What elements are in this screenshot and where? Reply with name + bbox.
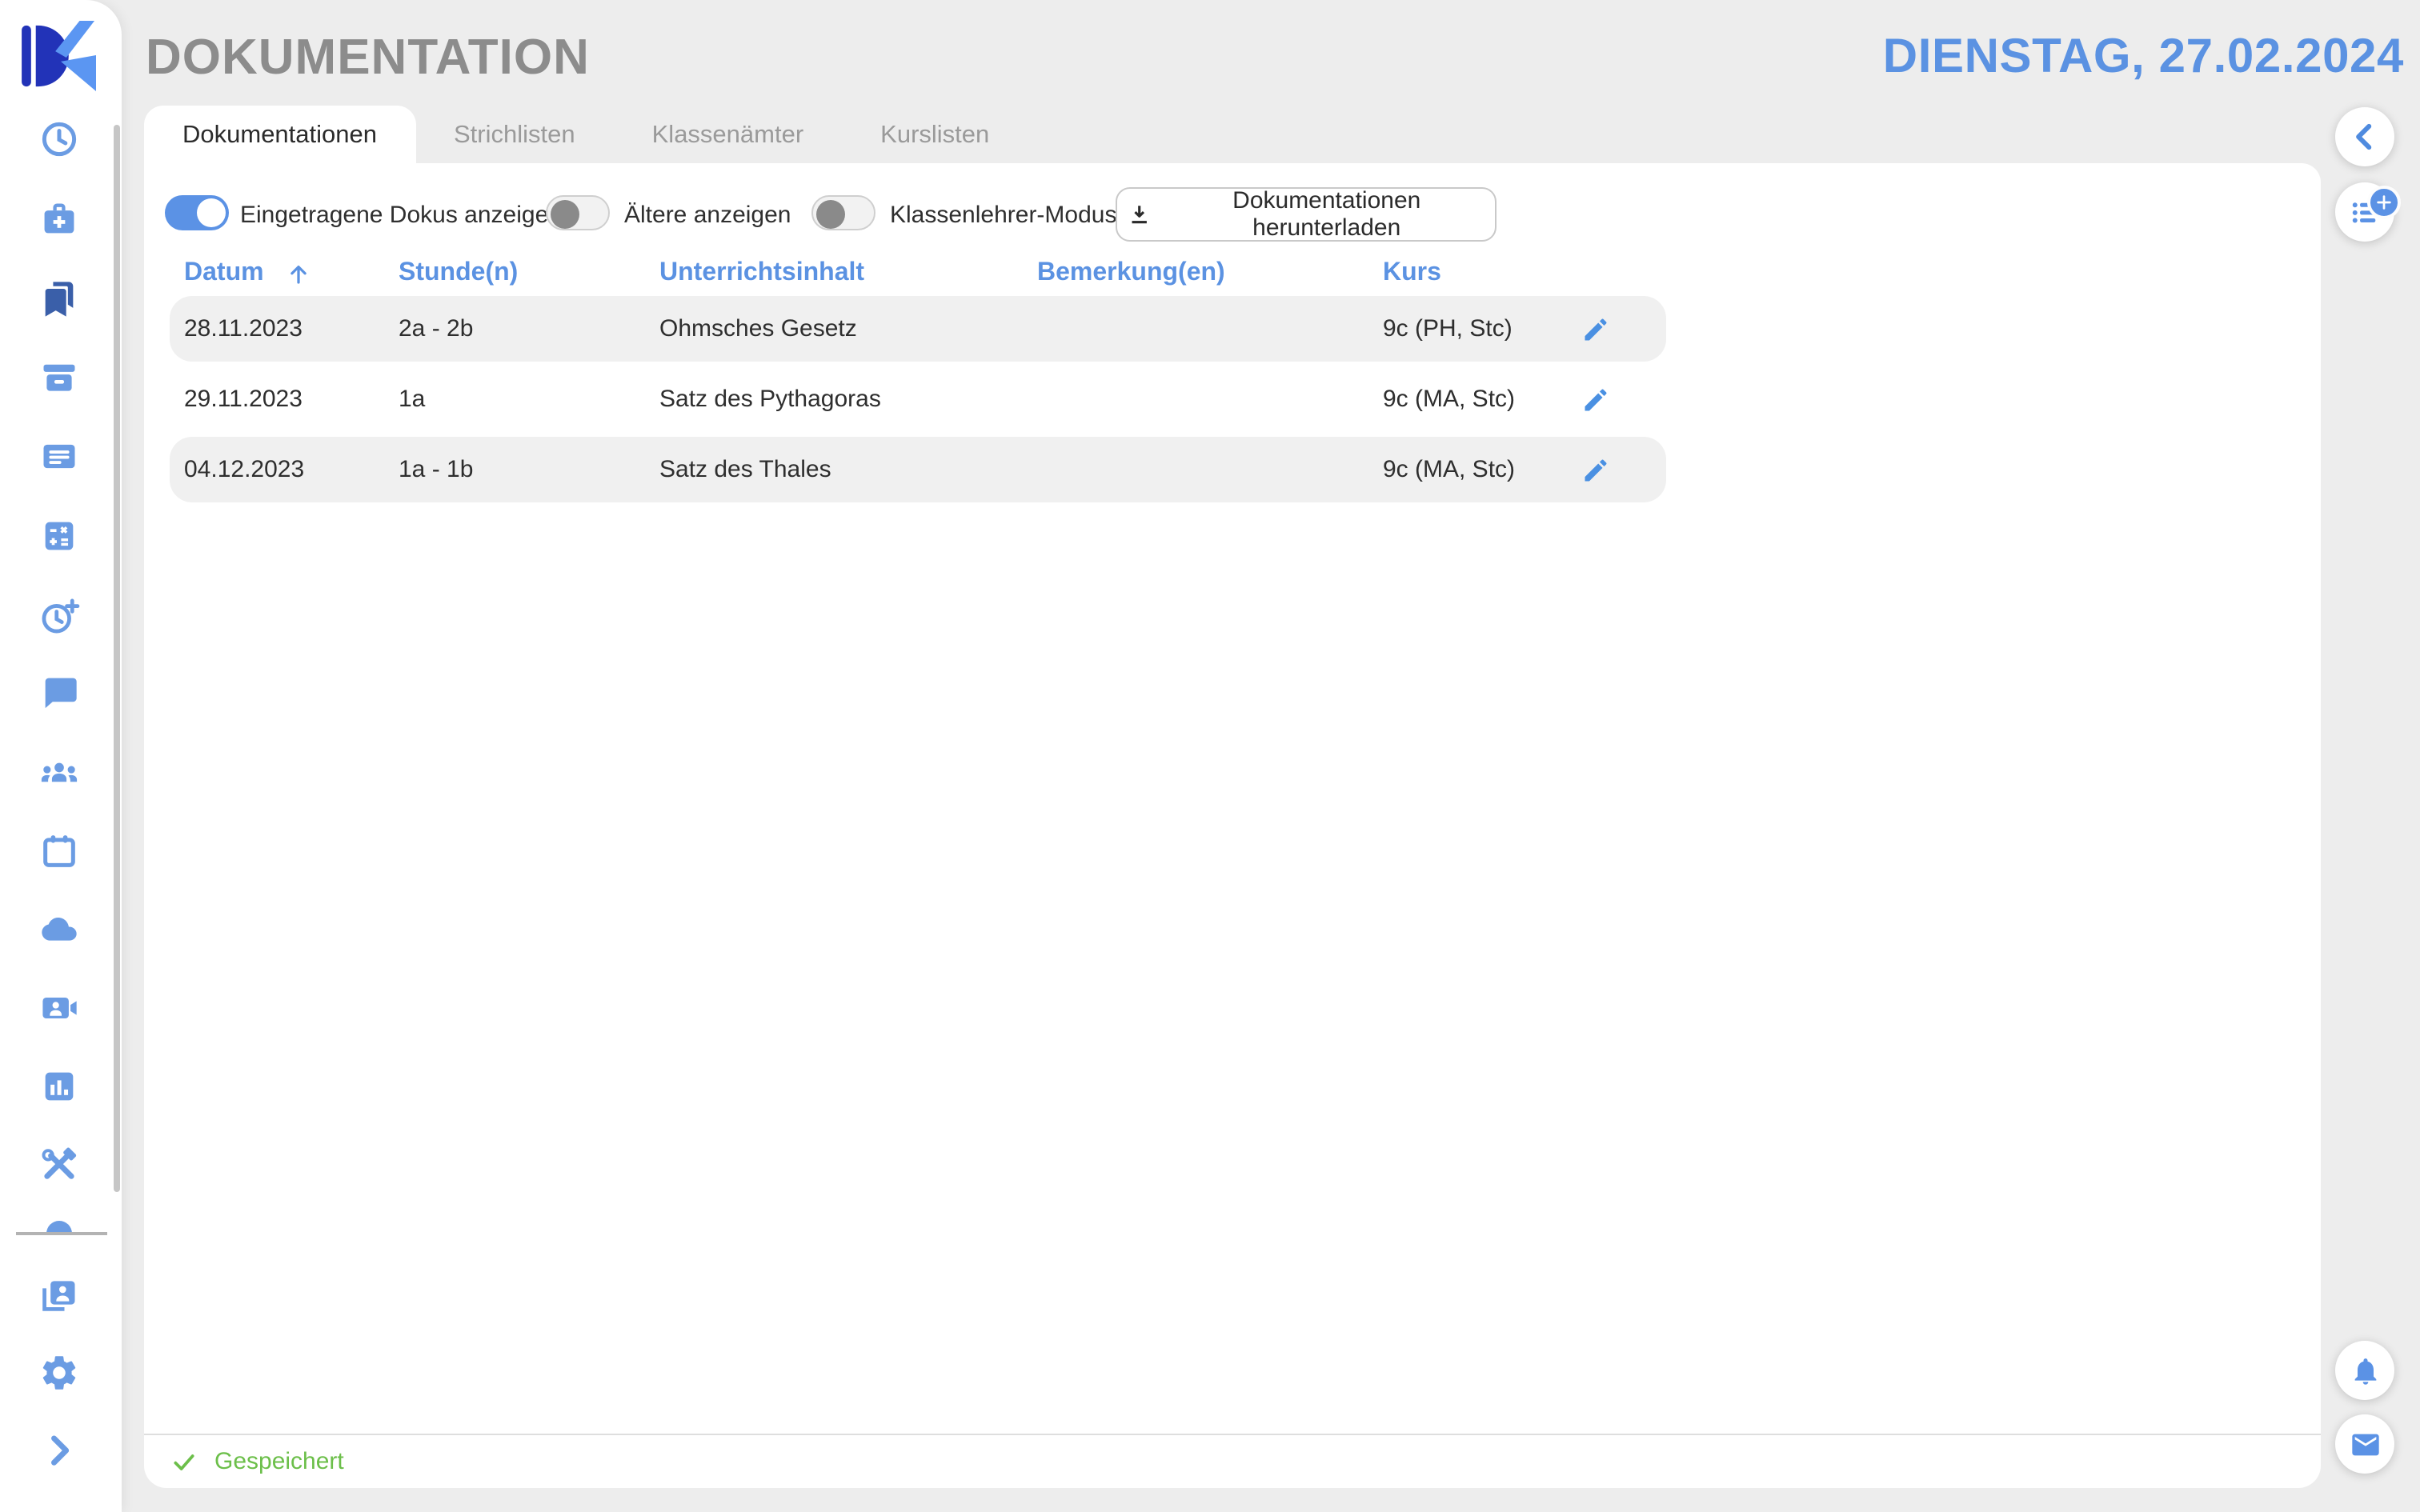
edit-row-button[interactable] <box>1581 314 1610 343</box>
edit-pencil-icon <box>1581 385 1610 414</box>
contact-card-icon[interactable] <box>38 1274 80 1315</box>
edit-row-button[interactable] <box>1581 455 1610 484</box>
toggle-knob <box>197 198 226 227</box>
column-header-bemerkungen[interactable]: Bemerkung(en) <box>1037 259 1383 288</box>
tab-klassenaemter[interactable]: Klassenämter <box>614 106 843 163</box>
table-row[interactable]: 28.11.20232a - 2bOhmsches Gesetz 9c (PH, … <box>170 296 1666 362</box>
archive-box-icon[interactable] <box>38 357 80 398</box>
cell-kurs: 9c (PH, Stc) <box>1383 315 1575 342</box>
edit-row-button[interactable] <box>1581 385 1610 414</box>
sidebar-scrollbar[interactable] <box>114 125 119 1192</box>
header-date: DIENSTAG, 27.02.2024 <box>1883 30 2404 85</box>
sidebar-divider <box>16 1232 107 1234</box>
toggle-label: Klassenlehrer-Modus <box>890 202 1116 229</box>
status-message: Gespeichert <box>214 1448 344 1475</box>
add-badge[interactable] <box>2367 186 2401 219</box>
tab-bar: Dokumentationen Strichlisten Klassenämte… <box>144 106 1028 163</box>
tab-kurslisten[interactable]: Kurslisten <box>842 106 1028 163</box>
sidebar <box>0 0 122 1512</box>
scrolled-icon-peek <box>46 1220 72 1233</box>
cloud-icon[interactable] <box>38 909 80 950</box>
mail-button[interactable] <box>2335 1414 2394 1474</box>
table-row[interactable]: 29.11.20231aSatz des Pythagoras 9c (MA, S… <box>170 366 1666 432</box>
cell-inhalt: Ohmsches Gesetz <box>659 315 1037 342</box>
toggle-knob <box>551 199 579 228</box>
download-documentations-button[interactable]: Dokumentationen herunterladen <box>1116 187 1496 242</box>
cell-stunden: 1a - 1b <box>399 456 659 483</box>
cell-datum: 28.11.2023 <box>184 315 399 342</box>
toggle-knob <box>816 199 845 228</box>
medical-bag-icon[interactable] <box>38 198 80 240</box>
column-header-datum[interactable]: Datum <box>184 259 399 288</box>
video-call-icon[interactable] <box>38 987 80 1029</box>
edit-pencil-icon <box>1581 314 1610 343</box>
sort-ascending-arrow-icon <box>286 262 311 286</box>
status-bar: Gespeichert <box>144 1434 2321 1488</box>
column-header-kurs[interactable]: Kurs <box>1383 259 1575 288</box>
table-body: 28.11.20232a - 2bOhmsches Gesetz 9c (PH, … <box>170 296 1666 507</box>
tools-icon[interactable] <box>38 1144 80 1186</box>
toggle-klassenlehrer-modus[interactable] <box>811 195 875 230</box>
tab-dokumentationen[interactable]: Dokumentationen <box>144 106 415 163</box>
cell-inhalt: Satz des Pythagoras <box>659 386 1037 413</box>
table-header: Datum Stunde(n) Unterrichtsinhalt Bemerk… <box>170 253 1666 294</box>
app-logo-icon[interactable] <box>21 21 101 91</box>
column-header-unterrichtsinhalt[interactable]: Unterrichtsinhalt <box>659 259 1037 288</box>
cell-stunden: 2a - 2b <box>399 315 659 342</box>
download-button-label: Dokumentationen herunterladen <box>1168 187 1485 242</box>
chat-bubble-icon[interactable] <box>38 672 80 714</box>
app-window: DOKUMENTATION DIENSTAG, 27.02.2024 Dokum… <box>0 0 2420 1512</box>
column-header-stunden[interactable]: Stunde(n) <box>399 259 659 288</box>
bookmarks-icon-active[interactable] <box>38 278 80 320</box>
mail-icon <box>2349 1428 2381 1460</box>
main-panel: Eingetragene Dokus anzeigen Ältere anzei… <box>144 163 2321 1488</box>
notifications-button[interactable] <box>2335 1341 2394 1400</box>
download-icon <box>1127 201 1152 228</box>
calendar-icon[interactable] <box>38 830 80 872</box>
clock-icon[interactable] <box>38 118 80 160</box>
calculator-icon[interactable] <box>38 515 80 557</box>
settings-gear-icon[interactable] <box>38 1352 80 1394</box>
toggle-label: Eingetragene Dokus anzeigen <box>240 202 562 229</box>
tab-strichlisten[interactable]: Strichlisten <box>415 106 614 163</box>
table-row[interactable]: 04.12.20231a - 1bSatz des Thales 9c (MA, … <box>170 437 1666 502</box>
clock-plus-icon[interactable] <box>38 595 80 637</box>
page-title: DOKUMENTATION <box>146 29 590 86</box>
cell-kurs: 9c (MA, Stc) <box>1383 386 1575 413</box>
cell-stunden: 1a <box>399 386 659 413</box>
toggle-eingetragene-dokus[interactable] <box>165 195 229 230</box>
cell-datum: 29.11.2023 <box>184 386 399 413</box>
toggle-aeltere-anzeigen[interactable] <box>546 195 610 230</box>
notes-card-icon[interactable] <box>38 435 80 477</box>
edit-pencil-icon <box>1581 455 1610 484</box>
plus-icon <box>2375 194 2393 211</box>
check-icon <box>171 1449 197 1474</box>
chevron-left-icon <box>2348 120 2382 154</box>
expand-chevron-right-icon[interactable] <box>38 1429 80 1470</box>
cell-datum: 04.12.2023 <box>184 456 399 483</box>
bell-icon <box>2349 1354 2381 1386</box>
collapse-panel-button[interactable] <box>2335 107 2394 166</box>
cell-inhalt: Satz des Thales <box>659 456 1037 483</box>
toggle-label: Ältere anzeigen <box>624 202 791 229</box>
groups-icon[interactable] <box>38 752 80 794</box>
statistics-icon[interactable] <box>38 1066 80 1107</box>
cell-kurs: 9c (MA, Stc) <box>1383 456 1575 483</box>
